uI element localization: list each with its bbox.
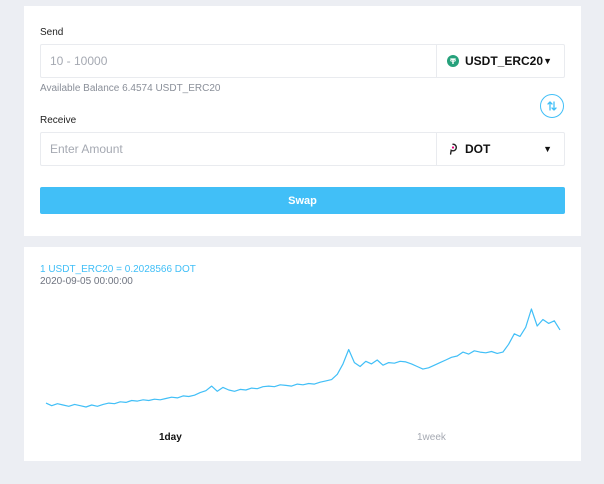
rate-line-chart — [45, 308, 561, 408]
range-1day[interactable]: 1day — [159, 432, 182, 443]
send-field: USDT_ERC20 ▼ — [40, 44, 565, 78]
swap-card: Send USDT_ERC20 ▼ Available Balance 6.45… — [24, 6, 581, 236]
receive-amount-input[interactable] — [41, 133, 436, 165]
swap-direction-button[interactable] — [540, 94, 564, 118]
receive-currency-code: DOT — [465, 142, 491, 156]
send-currency-code: USDT_ERC20 — [465, 54, 544, 68]
chevron-down-icon: ▼ — [543, 144, 552, 154]
range-1week[interactable]: 1week — [417, 432, 446, 443]
send-amount-input[interactable] — [41, 45, 436, 77]
send-currency-select[interactable]: USDT_ERC20 ▼ — [436, 45, 564, 77]
rate-series-line — [45, 308, 561, 408]
available-balance: Available Balance 6.4574 USDT_ERC20 — [40, 83, 221, 94]
swap-vertical-icon — [547, 101, 557, 111]
swap-button[interactable]: Swap — [40, 187, 565, 214]
tether-icon — [447, 55, 459, 67]
polkadot-icon — [447, 143, 459, 155]
chevron-down-icon: ▼ — [543, 56, 552, 66]
rate-chart-card: 1 USDT_ERC20 = 0.2028566 DOT 2020-09-05 … — [24, 247, 581, 461]
receive-field: DOT ▼ — [40, 132, 565, 166]
receive-currency-select[interactable]: DOT ▼ — [436, 133, 564, 165]
receive-label: Receive — [40, 115, 77, 126]
send-label: Send — [40, 27, 64, 38]
